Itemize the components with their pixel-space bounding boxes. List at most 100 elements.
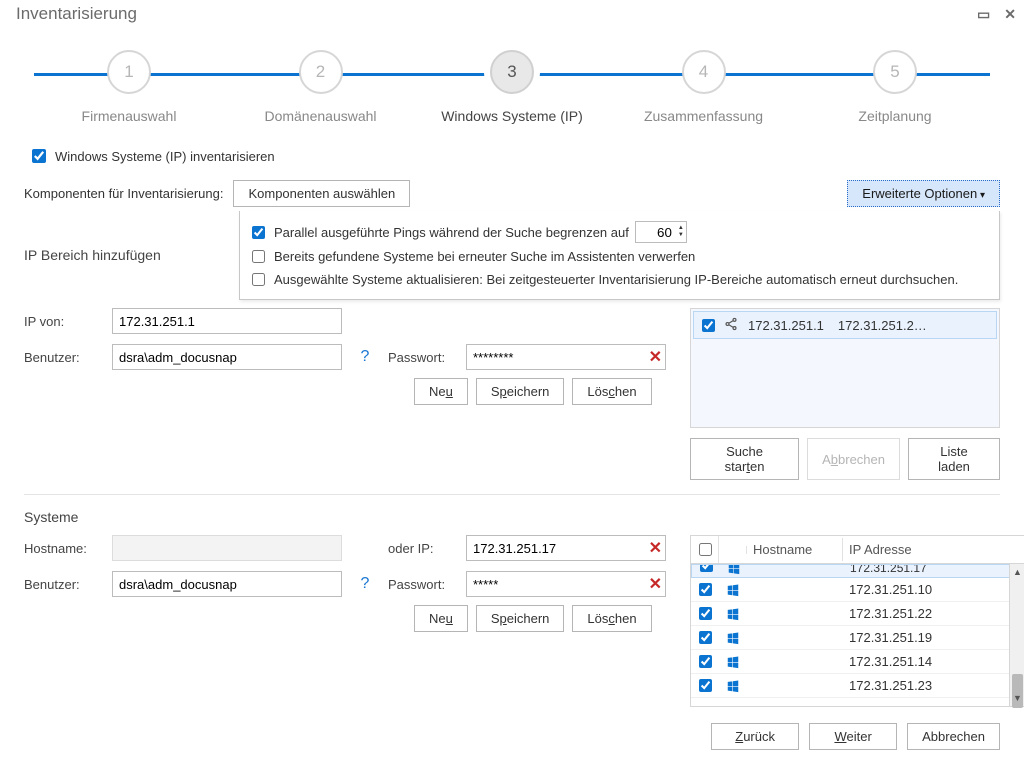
- ip-range-checkbox[interactable]: [702, 319, 715, 332]
- windows-icon: [726, 583, 740, 597]
- table-row[interactable]: 172.31.251.10: [691, 578, 1024, 602]
- sys-user-label: Benutzer:: [24, 577, 104, 592]
- col-ip[interactable]: IP Adresse: [843, 538, 1024, 561]
- ip-delete-button[interactable]: Löschen: [572, 378, 651, 405]
- row-hostname: [748, 573, 844, 577]
- sys-save-button[interactable]: Speichern: [476, 605, 565, 632]
- clear-icon[interactable]: ✕: [649, 347, 662, 367]
- systems-table: Hostname IP Adresse 172.31.251.17 172.31.…: [690, 535, 1024, 707]
- windows-icon: [727, 564, 741, 575]
- step-5[interactable]: 5 Zeitplanung: [800, 50, 990, 124]
- help-icon[interactable]: ?: [350, 575, 380, 593]
- scroll-down-icon[interactable]: ▼: [1010, 690, 1024, 706]
- table-row[interactable]: 172.31.251.23: [691, 674, 1024, 698]
- ip-new-button[interactable]: Neu: [414, 378, 468, 405]
- close-icon[interactable]: ✕: [1004, 6, 1016, 23]
- opt-discard-found-checkbox[interactable]: [252, 250, 265, 263]
- select-all-checkbox[interactable]: [699, 543, 712, 556]
- sys-user-input[interactable]: [112, 571, 342, 597]
- row-ip: 172.31.251.14: [843, 652, 1024, 671]
- advanced-options-button[interactable]: Erweiterte Optionen: [847, 180, 1000, 207]
- stepper: 1 Firmenauswahl 2 Domänenauswahl 3 Windo…: [0, 28, 1024, 132]
- clear-icon[interactable]: ✕: [649, 574, 662, 594]
- windows-icon: [726, 655, 740, 669]
- row-checkbox[interactable]: [700, 564, 713, 572]
- windows-icon: [726, 631, 740, 645]
- help-icon[interactable]: ?: [350, 348, 380, 366]
- wizard-footer: Zurück Weiter Abbrechen: [711, 723, 1000, 750]
- row-checkbox[interactable]: [699, 583, 712, 596]
- spinner-arrows[interactable]: ▲▼: [676, 225, 686, 239]
- ip-pwd-label: Passwort:: [388, 350, 458, 365]
- components-label: Komponenten für Inventarisierung:: [24, 186, 223, 201]
- systems-section-label: Systeme: [24, 509, 1000, 525]
- col-icon: [719, 546, 747, 554]
- sys-pwd-input[interactable]: [466, 571, 666, 597]
- ip-from-label: IP von:: [24, 314, 104, 329]
- opt-ping-limit-spinner[interactable]: ▲▼: [635, 221, 687, 243]
- or-ip-input[interactable]: [466, 535, 666, 561]
- step-2[interactable]: 2 Domänenauswahl: [226, 50, 416, 124]
- ip-range-to: 172.31.251.2…: [834, 316, 931, 335]
- window-title: Inventarisierung: [16, 4, 137, 24]
- row-ip: 172.31.251.10: [843, 580, 1024, 599]
- windows-icon: [726, 607, 740, 621]
- ip-user-label: Benutzer:: [24, 350, 104, 365]
- vertical-scrollbar[interactable]: ▲ ▼: [1009, 564, 1024, 706]
- load-list-button[interactable]: Liste laden: [908, 438, 1000, 480]
- ip-from-input[interactable]: [112, 308, 342, 334]
- row-ip: 172.31.251.17: [844, 564, 1024, 577]
- window-controls: ▭ ✕: [977, 6, 1016, 23]
- row-hostname: [747, 588, 843, 592]
- step-4[interactable]: 4 Zusammenfassung: [609, 50, 799, 124]
- sys-pwd-label: Passwort:: [388, 577, 458, 592]
- next-button[interactable]: Weiter: [809, 723, 897, 750]
- table-row[interactable]: 172.31.251.17: [691, 564, 1024, 578]
- back-button[interactable]: Zurück: [711, 723, 799, 750]
- cancel-button[interactable]: Abbrechen: [907, 723, 1000, 750]
- row-hostname: [747, 660, 843, 664]
- or-ip-label: oder IP:: [388, 541, 458, 556]
- row-checkbox[interactable]: [699, 679, 712, 692]
- row-ip: 172.31.251.22: [843, 604, 1024, 623]
- step-3[interactable]: 3 Windows Systeme (IP): [417, 50, 607, 124]
- hostname-label: Hostname:: [24, 541, 104, 556]
- maximize-icon[interactable]: ▭: [977, 6, 990, 23]
- inventory-windows-checkbox[interactable]: [32, 149, 46, 163]
- table-row[interactable]: 172.31.251.14: [691, 650, 1024, 674]
- step-1[interactable]: 1 Firmenauswahl: [34, 50, 224, 124]
- row-hostname: [747, 684, 843, 688]
- sys-delete-button[interactable]: Löschen: [572, 605, 651, 632]
- search-start-button[interactable]: Suche starten: [690, 438, 799, 480]
- row-checkbox[interactable]: [699, 607, 712, 620]
- ip-range-row[interactable]: 172.31.251.1 172.31.251.2…: [693, 311, 997, 339]
- clear-icon[interactable]: ✕: [649, 538, 662, 558]
- ip-range-section-label: IP Bereich hinzufügen: [24, 247, 161, 263]
- select-components-button[interactable]: Komponenten auswählen: [233, 180, 410, 207]
- sys-new-button[interactable]: Neu: [414, 605, 468, 632]
- titlebar: Inventarisierung ▭ ✕: [0, 0, 1024, 28]
- table-row[interactable]: 172.31.251.22: [691, 602, 1024, 626]
- inventory-windows-label: Windows Systeme (IP) inventarisieren: [55, 149, 275, 164]
- scroll-up-icon[interactable]: ▲: [1010, 564, 1024, 580]
- row-hostname: [747, 612, 843, 616]
- opt-ping-limit-value[interactable]: [636, 222, 676, 242]
- opt-ping-limit-label: Parallel ausgeführte Pings während der S…: [274, 225, 629, 240]
- ip-user-input[interactable]: [112, 344, 342, 370]
- ip-pwd-input[interactable]: [466, 344, 666, 370]
- opt-ping-limit-checkbox[interactable]: [252, 226, 265, 239]
- opt-discard-found-label: Bereits gefundene Systeme bei erneuter S…: [274, 249, 695, 264]
- ip-range-list: 172.31.251.1 172.31.251.2…: [690, 308, 1000, 428]
- row-ip: 172.31.251.19: [843, 628, 1024, 647]
- components-row: Komponenten für Inventarisierung: Kompon…: [24, 180, 1000, 207]
- windows-icon: [726, 679, 740, 693]
- table-row[interactable]: 172.31.251.19: [691, 626, 1024, 650]
- search-cancel-button: Abbrechen: [807, 438, 900, 480]
- col-hostname[interactable]: Hostname: [747, 538, 843, 561]
- opt-refresh-selected-checkbox[interactable]: [252, 273, 265, 286]
- ip-save-button[interactable]: Speichern: [476, 378, 565, 405]
- inventory-windows-checkbox-row: Windows Systeme (IP) inventarisieren: [28, 146, 1000, 166]
- row-checkbox[interactable]: [699, 655, 712, 668]
- advanced-options-panel: Parallel ausgeführte Pings während der S…: [239, 211, 1000, 300]
- row-checkbox[interactable]: [699, 631, 712, 644]
